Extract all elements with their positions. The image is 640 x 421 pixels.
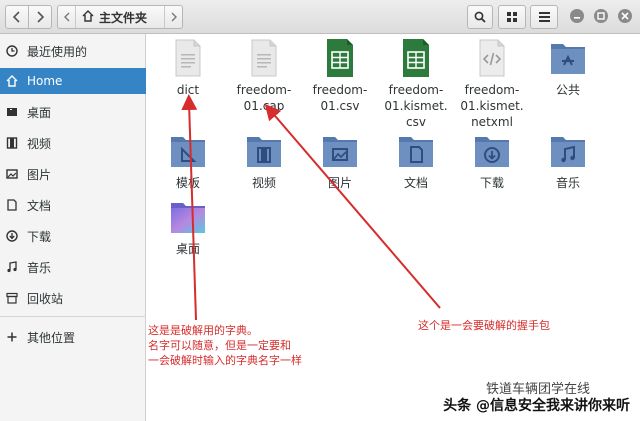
file-label: freedom- 01.kismet. netxml	[460, 83, 524, 129]
spreadsheet-icon	[396, 38, 436, 78]
chevron-right-icon	[35, 11, 45, 23]
sidebar-item-label: 桌面	[27, 105, 52, 120]
file-item-kismet-csv[interactable]: freedom- 01.kismet. csv	[377, 38, 455, 130]
code-file-icon	[472, 38, 512, 78]
grid-view-icon	[506, 11, 518, 23]
sidebar-item-other-locations[interactable]: 其他位置	[0, 324, 146, 350]
file-item-csv[interactable]: freedom- 01.csv	[301, 38, 379, 114]
sidebar: 最近使用的 Home 桌面 视频 图片 文档 下载 音乐 回收站 其他位置	[0, 34, 146, 421]
file-label: freedom- 01.csv	[312, 83, 368, 113]
folder-video-icon	[244, 131, 284, 171]
file-item-public[interactable]: 公共	[529, 38, 607, 98]
file-item-pictures[interactable]: 图片	[301, 131, 379, 191]
menu-button[interactable]	[530, 5, 558, 29]
clock-icon	[6, 45, 18, 57]
sidebar-item-pictures[interactable]: 图片	[0, 161, 146, 187]
sidebar-item-trash[interactable]: 回收站	[0, 285, 146, 311]
text-file-icon	[244, 38, 284, 78]
watermark: 头条 @信息安全我来讲你来听	[443, 398, 630, 414]
maximize-button[interactable]	[594, 9, 608, 23]
search-icon	[474, 11, 486, 23]
folder-template-icon	[168, 131, 208, 171]
file-label: 模板	[175, 176, 200, 190]
sidebar-item-label: 文档	[27, 198, 52, 213]
back-button[interactable]	[5, 5, 29, 29]
file-item-downloads[interactable]: 下载	[453, 131, 531, 191]
breadcrumb-label: 主文件夹	[99, 10, 148, 25]
annotation-cap: 这个是一会要破解的握手包	[418, 319, 550, 332]
file-label: freedom- 01.kismet. csv	[384, 83, 448, 129]
sidebar-item-desktop[interactable]: 桌面	[0, 99, 146, 125]
breadcrumb-right-button[interactable]	[164, 6, 182, 28]
file-item-documents[interactable]: 文档	[377, 131, 455, 191]
video-icon	[6, 137, 18, 149]
file-label: dict	[176, 83, 200, 97]
file-label: 视频	[251, 176, 276, 190]
file-label: 公共	[555, 83, 580, 97]
sidebar-item-videos[interactable]: 视频	[0, 130, 146, 156]
folder-document-icon	[396, 131, 436, 171]
breadcrumb-left-button[interactable]	[58, 6, 76, 28]
sidebar-item-home[interactable]: Home	[0, 68, 146, 94]
file-item-videos[interactable]: 视频	[225, 131, 303, 191]
sidebar-item-label: 图片	[27, 167, 52, 182]
desktop-icon	[6, 106, 18, 118]
close-button[interactable]	[618, 9, 632, 23]
sidebar-item-label: 视频	[27, 136, 52, 151]
file-label: freedom- 01.cap	[236, 83, 292, 113]
forward-button[interactable]	[28, 5, 52, 29]
sidebar-item-label: 其他位置	[27, 330, 76, 345]
file-item-music[interactable]: 音乐	[529, 131, 607, 191]
download-icon	[6, 230, 18, 242]
sidebar-item-label: 回收站	[27, 291, 64, 306]
search-button[interactable]	[467, 5, 493, 29]
folder-music-icon	[548, 131, 588, 171]
file-item-dict[interactable]: dict	[149, 38, 227, 98]
file-item-kismet-netxml[interactable]: freedom- 01.kismet. netxml	[453, 38, 531, 130]
sidebar-item-label: Home	[27, 74, 63, 88]
file-label: 图片	[327, 176, 352, 190]
plus-icon	[6, 331, 18, 343]
breadcrumb: 主文件夹	[57, 5, 183, 29]
document-icon	[6, 199, 18, 211]
sidebar-item-recent[interactable]: 最近使用的	[0, 38, 146, 64]
text-file-icon	[168, 38, 208, 78]
file-label: 桌面	[175, 242, 200, 256]
minimize-icon	[573, 9, 581, 23]
sidebar-item-downloads[interactable]: 下载	[0, 223, 146, 249]
image-icon	[6, 168, 18, 180]
header-bar: 主文件夹	[0, 0, 640, 34]
folder-desktop-icon	[168, 197, 208, 237]
sidebar-item-music[interactable]: 音乐	[0, 254, 146, 280]
sidebar-item-label: 下载	[27, 229, 52, 244]
folder-download-icon	[472, 131, 512, 171]
file-item-desktop[interactable]: 桌面	[149, 197, 227, 257]
file-label: 音乐	[555, 176, 580, 190]
music-icon	[6, 261, 18, 273]
file-item-cap[interactable]: freedom- 01.cap	[225, 38, 303, 114]
sidebar-item-documents[interactable]: 文档	[0, 192, 146, 218]
folder-share-icon	[548, 38, 588, 78]
folder-image-icon	[320, 131, 360, 171]
breadcrumb-home[interactable]: 主文件夹	[76, 6, 164, 28]
close-icon	[621, 9, 629, 23]
sidebar-item-label: 音乐	[27, 260, 52, 275]
trash-icon	[6, 292, 18, 304]
home-icon	[6, 75, 18, 87]
minimize-button[interactable]	[570, 9, 584, 23]
view-toggle-button[interactable]	[498, 5, 526, 29]
sidebar-item-label: 最近使用的	[27, 44, 88, 59]
chevron-left-icon	[12, 11, 22, 23]
annotation-dict: 这是是破解用的字典。 名字可以随意，但是一定要和 一会破解时输入的字典名字一样	[148, 324, 302, 367]
file-label: 文档	[403, 176, 428, 190]
file-item-templates[interactable]: 模板	[149, 131, 227, 191]
spreadsheet-icon	[320, 38, 360, 78]
maximize-icon	[597, 9, 605, 23]
menu-icon	[538, 12, 550, 22]
file-label: 下载	[479, 176, 504, 190]
sidebar-separator	[0, 316, 146, 317]
home-icon	[82, 9, 94, 25]
